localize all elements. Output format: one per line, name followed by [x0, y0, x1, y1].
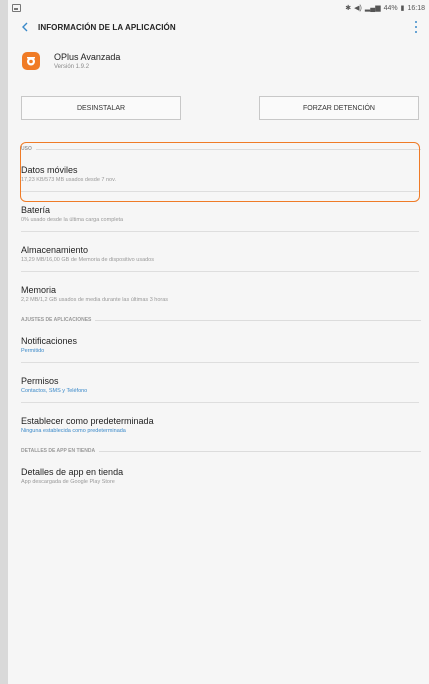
section-header-app-settings: AJUSTES DE APLICACIONES: [8, 317, 429, 323]
battery-percent: 44%: [383, 4, 398, 12]
item-title: Detalles de app en tienda: [21, 467, 124, 477]
back-arrow-icon[interactable]: [20, 22, 30, 32]
more-options-icon[interactable]: [413, 21, 419, 33]
app-bar: INFORMACIÓN DE LA APLICACIÓN: [8, 14, 429, 40]
item-title: Notificaciones: [21, 336, 78, 346]
action-buttons: DESINSTALAR FORZAR DETENCIÓN: [8, 96, 429, 120]
item-subtitle: 13,29 MB/16,00 GB de Memoria de disposit…: [21, 257, 154, 263]
item-subtitle: App descargada de Google Play Store: [21, 479, 115, 485]
item-subtitle: Contactos, SMS y Teléfono: [21, 388, 88, 394]
item-subtitle: Ninguna establecida como predeterminada: [21, 428, 126, 434]
item-title: Permisos: [21, 376, 59, 386]
item-title: Memoria: [21, 285, 57, 295]
uninstall-button[interactable]: DESINSTALAR: [21, 96, 181, 120]
item-title: Almacenamiento: [21, 245, 89, 255]
section-label: DETALLES DE APP EN TIENDA: [21, 448, 96, 454]
list-item-store-details[interactable]: Detalles de app en tienda App descargada…: [8, 467, 429, 485]
item-title: Establecer como predeterminada: [21, 416, 154, 426]
list-item-battery[interactable]: Batería 0% usado desde la última carga c…: [8, 205, 429, 232]
list-item-notifications[interactable]: Notificaciones Permitido: [8, 336, 429, 363]
battery-icon: ▮: [400, 5, 405, 12]
item-subtitle: 2,2 MB/1,2 GB usados de media durante la…: [21, 297, 169, 303]
page-title: INFORMACIÓN DE LA APLICACIÓN: [38, 22, 176, 32]
list-item-set-default[interactable]: Establecer como predeterminada Ninguna e…: [8, 416, 429, 434]
section-header-store-details: DETALLES DE APP EN TIENDA: [8, 448, 429, 454]
item-subtitle: Permitido: [21, 348, 45, 354]
signal-icon: ▂▄▆: [364, 5, 381, 12]
list-item-storage[interactable]: Almacenamiento 13,29 MB/16,00 GB de Memo…: [8, 245, 429, 272]
screen: ✱ ◀) ▂▄▆ 44% ▮ 16:18 INFORMACIÓN DE LA A…: [8, 0, 429, 684]
app-header: OPlus Avanzada Versión 1.9.2: [8, 40, 429, 80]
section-label: AJUSTES DE APLICACIONES: [21, 317, 92, 323]
bluetooth-icon: ✱: [345, 5, 352, 12]
item-title: Batería: [21, 205, 51, 215]
app-name: OPlus Avanzada: [54, 52, 121, 62]
clock: 16:18: [407, 4, 425, 12]
oplus-app-icon: [22, 52, 40, 70]
list-item-memory[interactable]: Memoria 2,2 MB/1,2 GB usados de media du…: [8, 285, 429, 303]
image-notification-icon: [12, 4, 21, 12]
status-bar: ✱ ◀) ▂▄▆ 44% ▮ 16:18: [8, 2, 429, 14]
mute-icon: ◀): [354, 5, 362, 12]
item-subtitle: 0% usado desde la última carga completa: [21, 217, 124, 223]
app-version: Versión 1.9.2: [54, 64, 90, 70]
list-item-permissions[interactable]: Permisos Contactos, SMS y Teléfono: [8, 376, 429, 403]
force-stop-button[interactable]: FORZAR DETENCIÓN: [259, 96, 419, 120]
highlight-box: [20, 142, 420, 202]
